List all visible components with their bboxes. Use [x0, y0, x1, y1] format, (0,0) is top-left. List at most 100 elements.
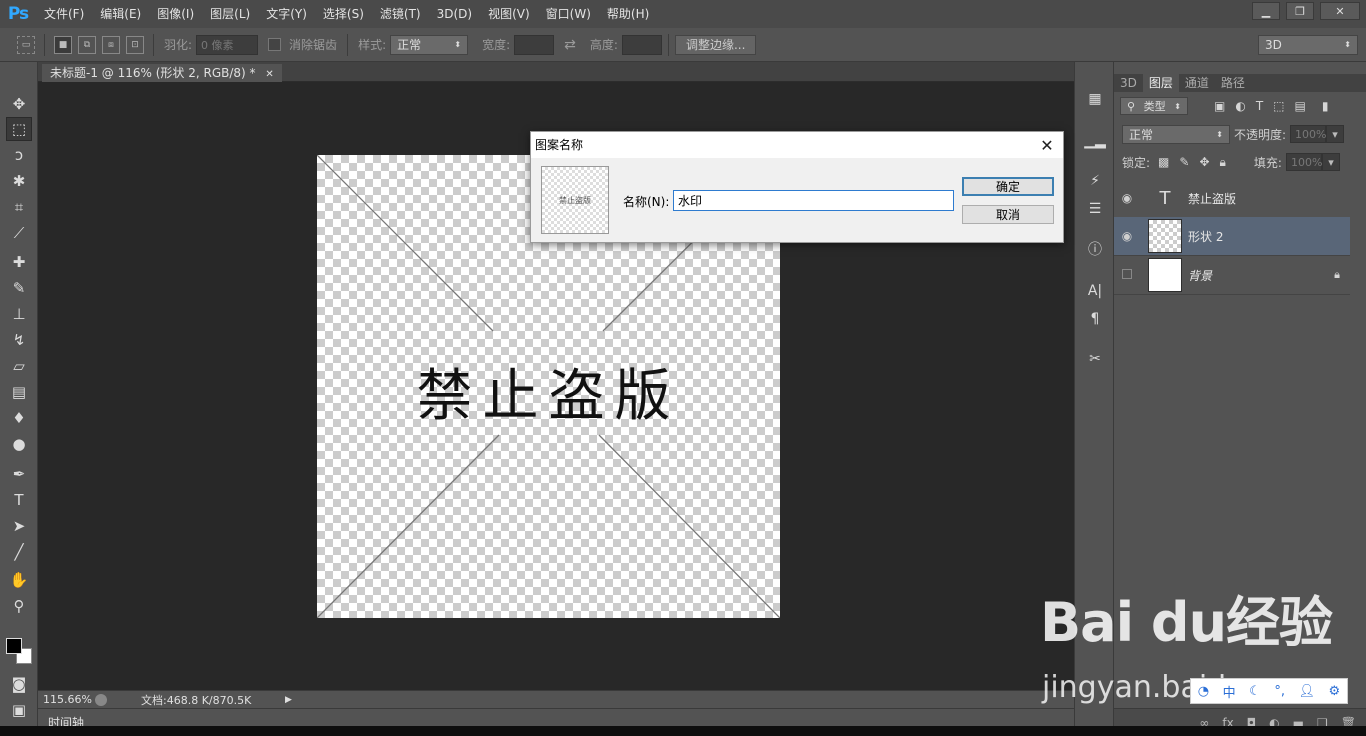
screen-mode-icon[interactable]: ▣ — [6, 698, 32, 722]
info-icon[interactable]: ⓘ — [1083, 238, 1107, 260]
antialias-checkbox[interactable] — [268, 38, 282, 51]
document-tab[interactable]: 未标题-1 @ 116% (形状 2, RGB/8) * ✕ — [42, 64, 282, 82]
usb-icon[interactable]: ⚡ — [1083, 170, 1107, 192]
ime-punct-icon[interactable]: °, — [1274, 684, 1285, 699]
tab-paths[interactable]: 路径 — [1215, 74, 1251, 92]
menu-3d[interactable]: 3D(D) — [429, 0, 480, 28]
pattern-name-input[interactable] — [673, 190, 954, 211]
lock-all-icon[interactable]: 🔒︎ — [1220, 155, 1226, 170]
history-brush-tool-icon[interactable]: ↯ — [6, 328, 32, 352]
crop-tool-icon[interactable]: ⌗ — [6, 195, 32, 219]
lock-transparency-icon[interactable]: ▩ — [1158, 155, 1169, 169]
opacity-dropdown-icon[interactable]: ▾ — [1326, 125, 1345, 143]
menu-filter[interactable]: 滤镜(T) — [372, 0, 429, 28]
menu-type[interactable]: 文字(Y) — [258, 0, 315, 28]
blend-mode-select[interactable]: 正常 ⬍ — [1122, 124, 1230, 144]
eraser-tool-icon[interactable]: ▱ — [6, 354, 32, 378]
layer-row-background[interactable]: 背景 🔒︎ — [1114, 256, 1350, 295]
style-select[interactable]: 正常 ⬍ — [390, 34, 469, 55]
menu-file[interactable]: 文件(F) — [36, 0, 92, 28]
quick-mask-icon[interactable]: ◙ — [6, 672, 32, 696]
move-tool-icon[interactable]: ✥ — [6, 92, 32, 116]
minimize-icon[interactable]: ▁ — [1252, 2, 1280, 20]
blur-tool-icon[interactable]: ♦ — [6, 406, 32, 430]
path-select-tool-icon[interactable]: ➤ — [6, 514, 32, 538]
tool-presets-icon[interactable]: ✂ — [1083, 348, 1107, 370]
menu-window[interactable]: 窗口(W) — [538, 0, 599, 28]
close-icon[interactable]: ✕ — [1037, 135, 1057, 155]
tab-3d[interactable]: 3D — [1114, 74, 1143, 92]
subtract-selection-icon[interactable]: ⧈ — [102, 35, 120, 54]
zoom-tool-icon[interactable]: ⚲ — [6, 594, 32, 618]
opacity-input[interactable]: 100% — [1290, 125, 1327, 143]
menu-help[interactable]: 帮助(H) — [599, 0, 657, 28]
line-tool-icon[interactable]: ╱ — [6, 540, 32, 564]
ime-logo-icon[interactable]: ◔ — [1198, 684, 1209, 699]
healing-tool-icon[interactable]: ✚ — [6, 250, 32, 274]
filter-adjust-icon[interactable]: ◐ — [1235, 99, 1245, 113]
filter-kind-select[interactable]: ⚲ 类型 ⬍ — [1120, 97, 1188, 115]
menu-image[interactable]: 图像(I) — [149, 0, 202, 28]
marquee-preset-icon[interactable]: ▭ — [17, 35, 35, 54]
ime-moon-icon[interactable]: ☾ — [1249, 684, 1261, 699]
close-icon[interactable]: ✕ — [1320, 2, 1360, 20]
magic-wand-tool-icon[interactable]: ✱ — [6, 169, 32, 193]
layer-name: 背景 — [1188, 268, 1213, 283]
history-icon[interactable]: ▦ — [1083, 88, 1107, 110]
visibility-toggle[interactable] — [1114, 268, 1140, 282]
pen-tool-icon[interactable]: ✒ — [6, 462, 32, 486]
status-menu-icon[interactable] — [95, 693, 107, 706]
marquee-tool-icon[interactable]: ⬚ — [6, 117, 32, 141]
restore-icon[interactable]: ❐ — [1286, 2, 1314, 20]
fill-dropdown-icon[interactable]: ▾ — [1321, 153, 1340, 171]
eyedropper-tool-icon[interactable]: ⟋ — [6, 221, 32, 245]
filter-smart-icon[interactable]: ▤ — [1295, 99, 1306, 113]
menu-select[interactable]: 选择(S) — [315, 0, 372, 28]
type-tool-icon[interactable]: T — [6, 488, 32, 512]
character-icon[interactable]: A| — [1083, 280, 1107, 302]
eye-icon[interactable]: ◉ — [1114, 191, 1140, 205]
tab-channels[interactable]: 通道 — [1179, 74, 1215, 92]
feather-input[interactable]: 0 像素 — [196, 34, 259, 55]
ime-lang[interactable]: 中 — [1223, 682, 1236, 701]
ok-button[interactable]: 确定 — [962, 177, 1054, 196]
tab-layers[interactable]: 图层 — [1142, 74, 1179, 92]
layer-row-type[interactable]: ◉ T 禁止盗版 — [1114, 179, 1350, 218]
tab-close-icon[interactable]: ✕ — [265, 69, 273, 80]
refine-edge-button[interactable]: 调整边缘... — [674, 34, 757, 55]
paragraph-icon[interactable]: ¶ — [1083, 308, 1107, 330]
status-arrow-icon[interactable]: ▶ — [285, 695, 292, 705]
height-input[interactable] — [621, 34, 662, 55]
hand-tool-icon[interactable]: ✋ — [6, 568, 32, 592]
intersect-selection-icon[interactable]: ⊡ — [126, 35, 144, 54]
new-selection-icon[interactable]: ■ — [54, 35, 72, 54]
adjustments-icon[interactable]: ☰ — [1083, 198, 1107, 220]
filter-pixel-icon[interactable]: ▣ — [1214, 99, 1225, 113]
histogram-icon[interactable]: ▁▂ — [1083, 130, 1107, 152]
ime-user-icon[interactable]: 👤︎ — [1298, 684, 1315, 699]
filter-toggle-icon[interactable]: ▮ — [1322, 99, 1329, 113]
brush-tool-icon[interactable]: ✎ — [6, 276, 32, 300]
gradient-tool-icon[interactable]: ▤ — [6, 380, 32, 404]
menu-view[interactable]: 视图(V) — [480, 0, 538, 28]
lock-brush-icon[interactable]: ✎ — [1179, 155, 1189, 169]
zoom-level[interactable]: 115.66% — [43, 693, 92, 706]
dodge-tool-icon[interactable]: ● — [6, 432, 32, 456]
workspace-select[interactable]: 3D ⬍ — [1258, 34, 1358, 55]
cancel-button[interactable]: 取消 — [962, 205, 1054, 224]
menu-layer[interactable]: 图层(L) — [202, 0, 258, 28]
ime-gear-icon[interactable]: ⚙ — [1329, 684, 1341, 699]
lock-move-icon[interactable]: ✥ — [1199, 155, 1209, 169]
layer-row-shape[interactable]: ◉ 形状 2 — [1114, 217, 1350, 256]
add-selection-icon[interactable]: ⧉ — [78, 35, 96, 54]
fill-input[interactable]: 100% — [1285, 153, 1322, 171]
swap-icon[interactable]: ⇄ — [564, 37, 576, 53]
lasso-tool-icon[interactable]: ↄ — [6, 143, 32, 167]
menu-edit[interactable]: 编辑(E) — [92, 0, 149, 28]
filter-type-icon[interactable]: T — [1256, 99, 1263, 113]
stamp-tool-icon[interactable]: ⊥ — [6, 302, 32, 326]
foreground-color-swatch[interactable] — [6, 638, 22, 654]
filter-shape-icon[interactable]: ⬚ — [1273, 99, 1284, 113]
eye-icon[interactable]: ◉ — [1114, 229, 1140, 243]
width-input[interactable] — [514, 34, 555, 55]
